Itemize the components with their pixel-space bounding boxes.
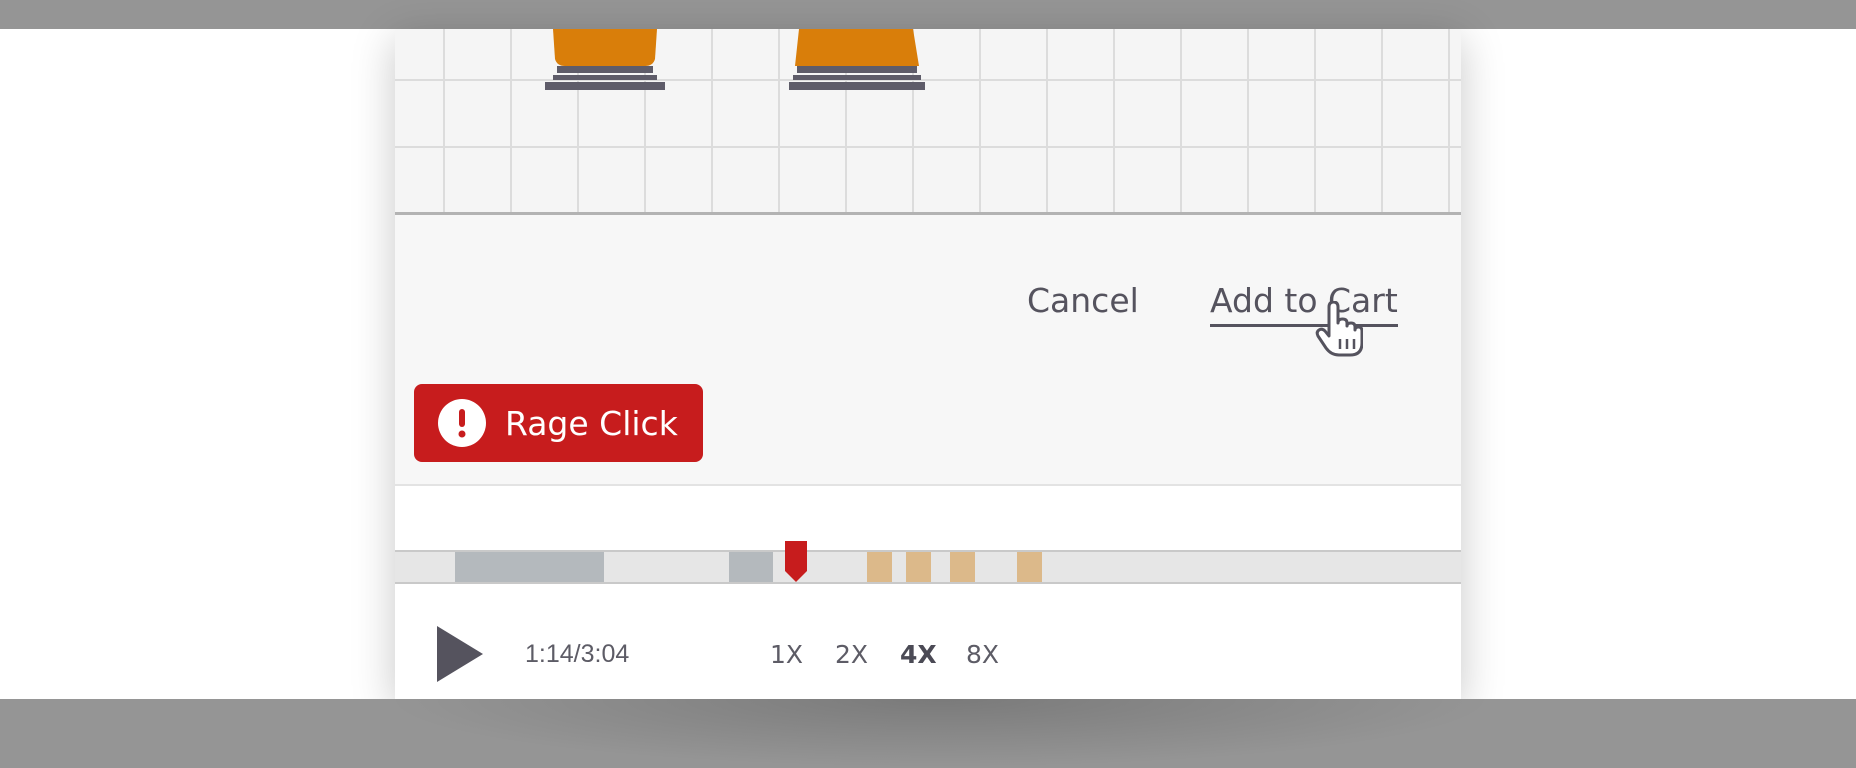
exclamation-icon: [438, 399, 486, 447]
replay-player: 1:14/3:04 1X 2X 4X 8X: [395, 484, 1461, 699]
speed-2x-button[interactable]: 2X: [835, 640, 868, 669]
speed-1x-button[interactable]: 1X: [770, 640, 803, 669]
cancel-button[interactable]: Cancel: [1027, 281, 1139, 320]
play-icon[interactable]: [435, 624, 485, 684]
timeline-track[interactable]: [395, 550, 1461, 584]
playhead-marker[interactable]: [783, 541, 809, 583]
hand-pointer-cursor-icon: [1315, 301, 1363, 357]
product-2-image: [789, 29, 925, 90]
product-1-image: [545, 29, 665, 90]
top-bar: [0, 0, 1856, 29]
timeline-session-segment: [729, 552, 773, 582]
timeline-event-marker[interactable]: [1017, 552, 1042, 582]
product-grid: [395, 29, 1461, 215]
session-replay-card: Cancel Add to Cart Rage Click 1:14/3:04 …: [395, 29, 1461, 699]
add-to-cart-button[interactable]: Add to Cart: [1210, 281, 1398, 327]
timeline-event-marker[interactable]: [950, 552, 975, 582]
speed-4x-button[interactable]: 4X: [900, 640, 937, 669]
rage-click-badge: Rage Click: [414, 384, 703, 462]
cart-actions: Cancel Add to Cart: [395, 215, 1461, 357]
speed-8x-button[interactable]: 8X: [966, 640, 999, 669]
timeline-event-marker[interactable]: [906, 552, 931, 582]
player-controls: 1:14/3:04 1X 2X 4X 8X: [395, 611, 1461, 684]
timeline-event-marker[interactable]: [867, 552, 892, 582]
timeline-session-segment: [455, 552, 604, 582]
rage-click-label: Rage Click: [505, 403, 678, 443]
playback-time: 1:14/3:04: [525, 640, 630, 668]
card-shadow: [380, 699, 1500, 768]
